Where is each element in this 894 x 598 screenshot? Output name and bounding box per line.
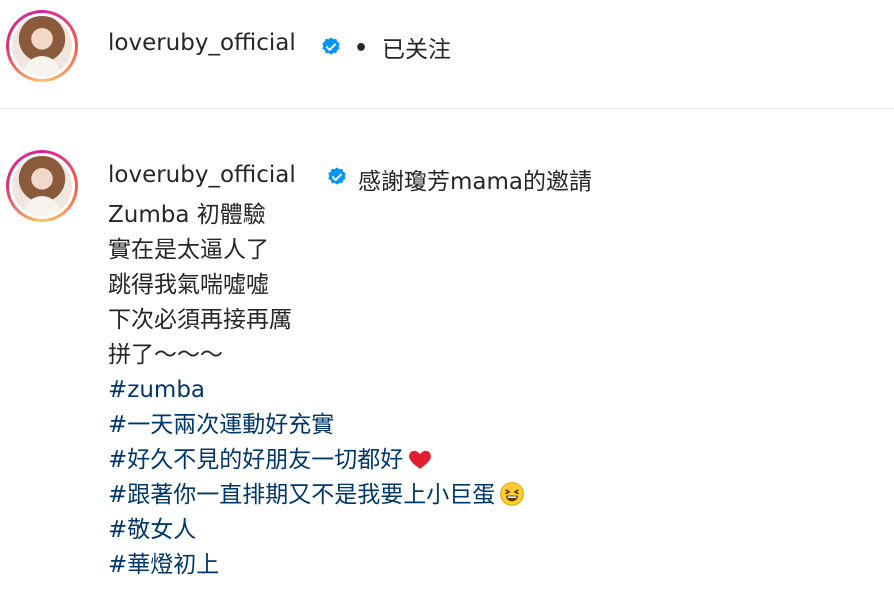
hashtag-link[interactable]: #zumba	[108, 373, 525, 408]
post-header: loveruby_official • 已关注	[0, 0, 894, 109]
hashtag-link[interactable]: #好久不見的好朋友一切都好	[108, 443, 525, 478]
hashtag-link[interactable]: #跟著你一直排期又不是我要上小巨蛋	[108, 478, 525, 513]
caption-line: 拼了～～～	[108, 342, 223, 368]
hashtag-link[interactable]: #華燈初上	[108, 548, 525, 583]
verified-badge-icon	[322, 37, 340, 55]
laughing-face-icon	[500, 482, 525, 506]
hashtag-link[interactable]: #一天兩次運動好充實	[108, 408, 525, 443]
caption-line: 實在是太逼人了	[108, 237, 269, 263]
verified-badge-icon	[328, 167, 346, 185]
caption-lines: Zumba 初體驗 實在是太逼人了 跳得我氣喘噓噓 下次必須再接再厲 拼了～～～…	[108, 198, 525, 583]
caption-line: 下次必須再接再厲	[108, 307, 292, 333]
profile-avatar-ring[interactable]	[6, 10, 78, 82]
caption-username[interactable]: loveruby_official	[108, 162, 296, 188]
separator-dot: •	[354, 36, 369, 61]
post-caption: loveruby_official 感謝瓊芳mama的邀請 Zumba 初體驗 …	[0, 108, 894, 598]
caption-line: Zumba 初體驗	[108, 202, 266, 228]
hashtag-link[interactable]: #敬女人	[108, 513, 525, 548]
caption-first-line: 感謝瓊芳mama的邀請	[358, 169, 592, 195]
avatar[interactable]	[12, 156, 72, 216]
caption-avatar-ring[interactable]	[6, 150, 78, 222]
avatar[interactable]	[12, 16, 72, 76]
header-username[interactable]: loveruby_official	[108, 30, 296, 56]
red-heart-icon	[409, 450, 432, 469]
caption-line: 跳得我氣喘噓噓	[108, 272, 269, 298]
following-button[interactable]: 已关注	[382, 30, 451, 64]
